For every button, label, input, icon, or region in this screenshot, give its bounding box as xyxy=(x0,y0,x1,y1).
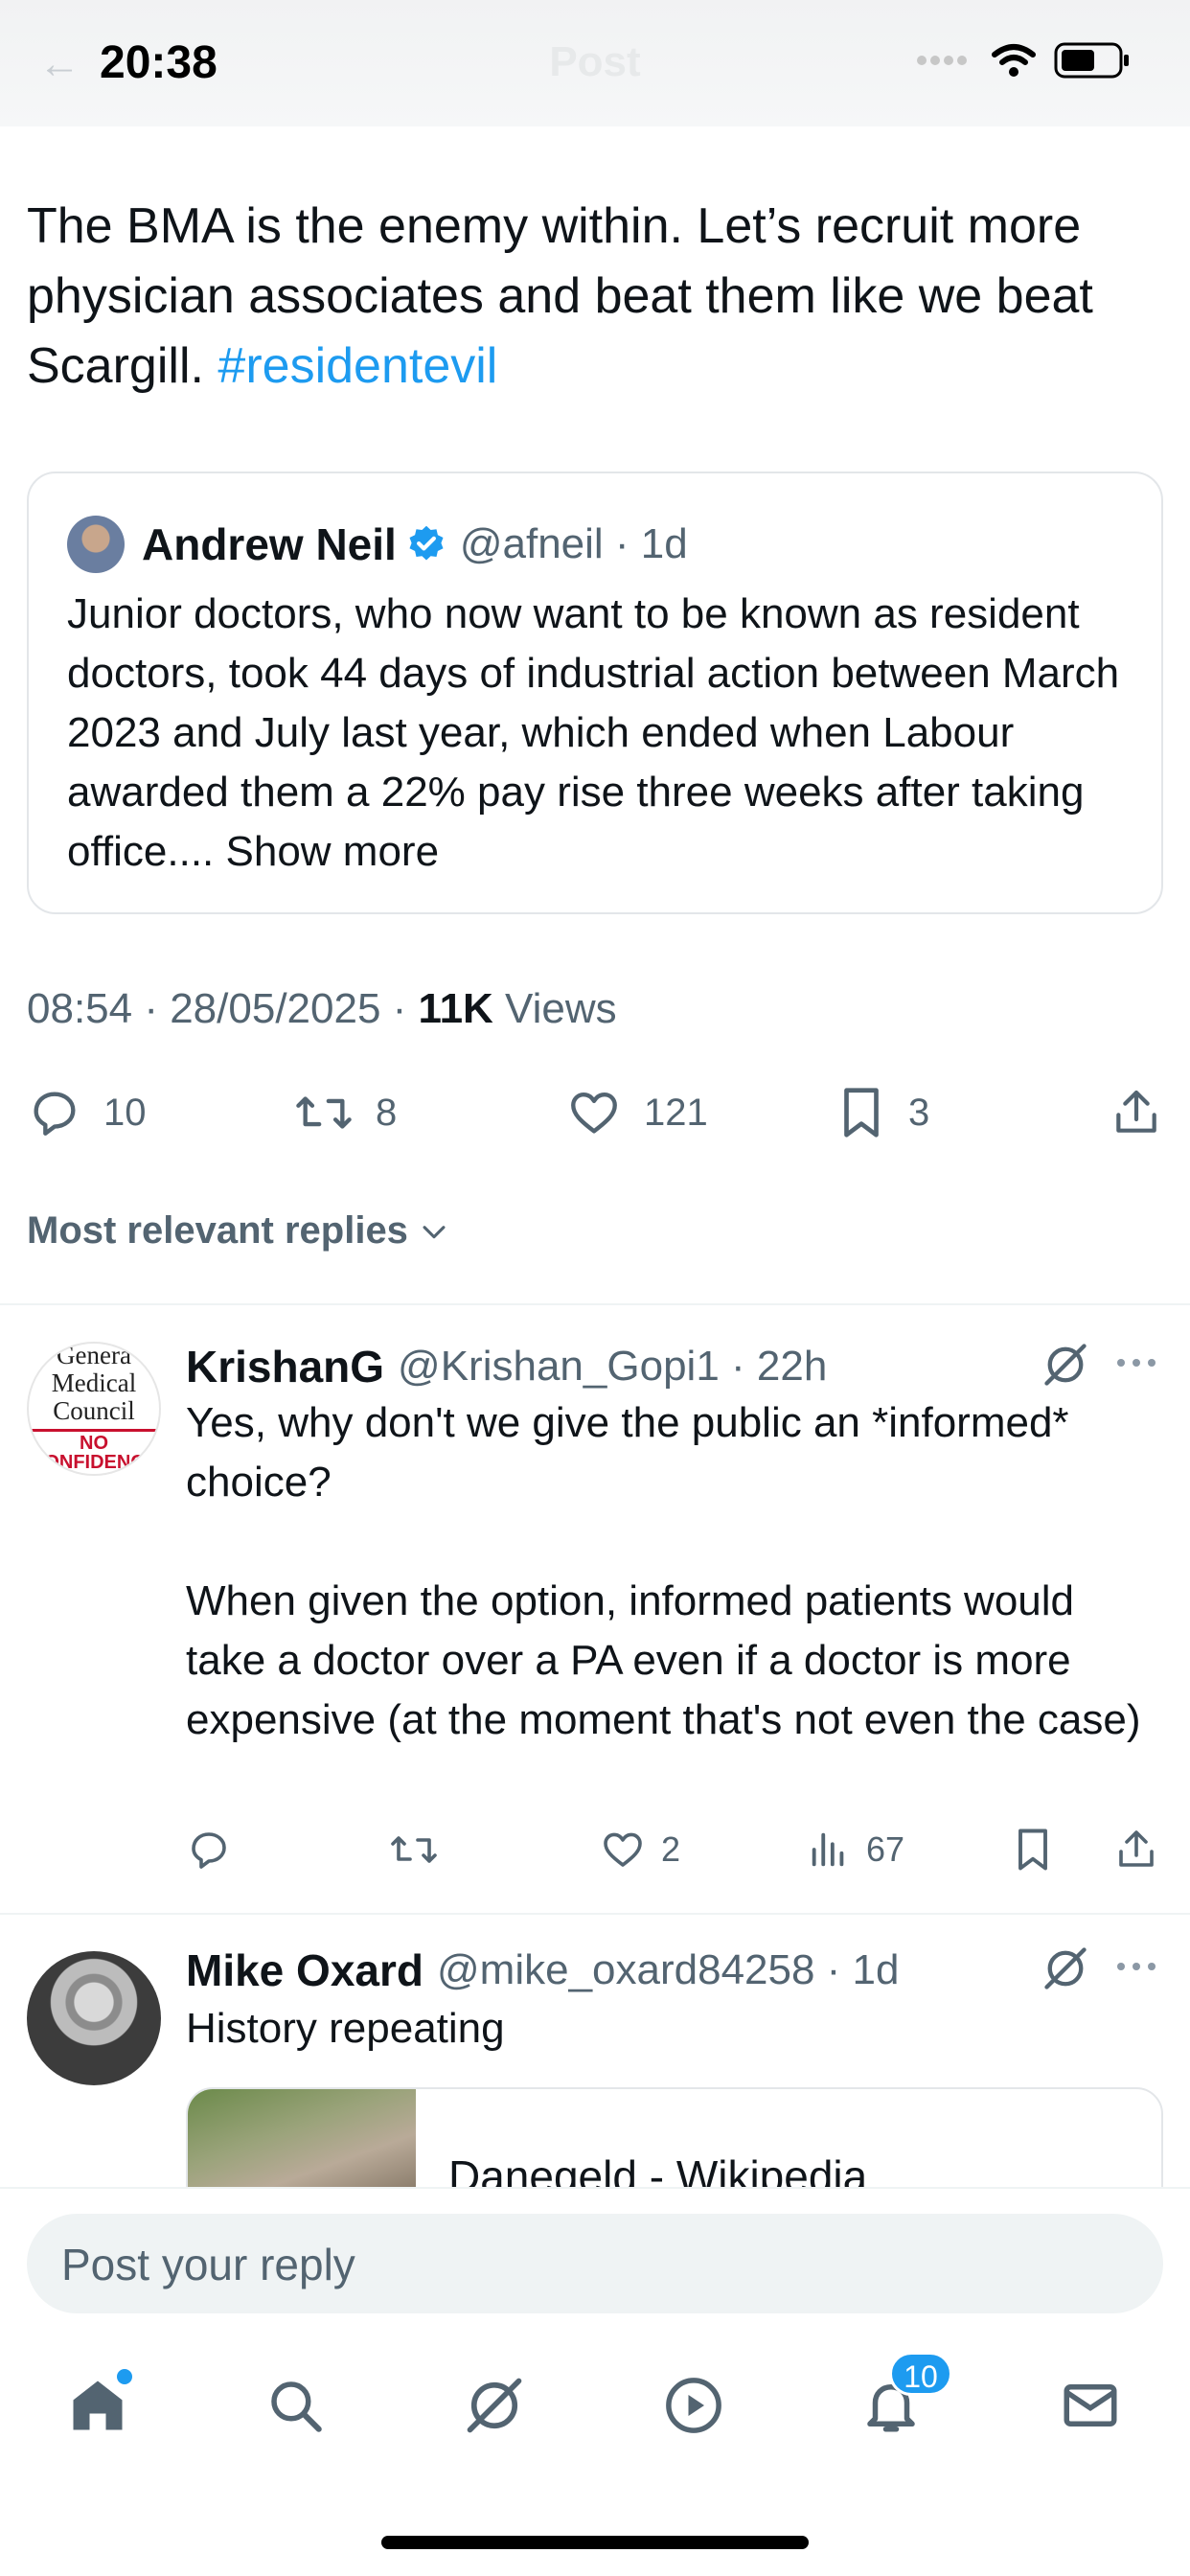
bookmark-button[interactable]: 3 xyxy=(835,1079,929,1146)
quoted-author-handle: @afneil · 1d xyxy=(459,520,688,567)
quoted-post[interactable]: Andrew Neil @afneil · 1d Junior doctors,… xyxy=(27,472,1163,914)
reply-header: KrishanG @Krishan_Gopi1 · 22h xyxy=(186,1338,827,1395)
like-count: 2 xyxy=(661,1829,681,1869)
search-icon xyxy=(271,2381,322,2432)
grok-icon[interactable] xyxy=(1041,1340,1090,1390)
avatar xyxy=(67,516,125,573)
post-text: The BMA is the enemy within. Let’s recru… xyxy=(27,192,1167,402)
tab-bar: 10 xyxy=(0,2352,1190,2453)
analytics-icon xyxy=(812,1832,844,1867)
grok-icon[interactable] xyxy=(1041,1944,1090,1993)
post-meta: 08:54 · 28/05/2025 · 11K Views xyxy=(27,985,617,1033)
views-button[interactable]: 67 xyxy=(807,1821,904,1878)
play-icon xyxy=(666,2378,721,2433)
quoted-post-text: Junior doctors, who now want to be known… xyxy=(67,585,1131,882)
reply-author-handle: @Krishan_Gopi1 · 22h xyxy=(398,1343,828,1390)
verified-badge-icon xyxy=(409,525,444,561)
views-label: Views xyxy=(492,985,617,1032)
repost-button[interactable] xyxy=(389,1821,454,1878)
views-count: 11K xyxy=(418,985,493,1032)
avatar[interactable]: Genera Medical Council NO CONFIDENCE xyxy=(27,1342,161,1476)
reply-button[interactable]: 10 xyxy=(27,1079,147,1146)
replies-filter-label: Most relevant replies xyxy=(27,1209,408,1252)
avatar-text-line: Council xyxy=(53,1395,135,1425)
share-icon xyxy=(1119,1830,1154,1867)
quoted-author-name: Andrew Neil xyxy=(142,519,397,569)
tab-home[interactable] xyxy=(50,2358,146,2453)
post-timestamp: 08:54 · 28/05/2025 · xyxy=(27,985,419,1032)
status-icons xyxy=(916,42,1131,79)
post-body: The BMA is the enemy within. Let’s recru… xyxy=(27,198,1093,394)
reply-button[interactable] xyxy=(186,1821,247,1878)
share-icon xyxy=(1116,1090,1156,1133)
reply-input[interactable]: Post your reply xyxy=(27,2214,1163,2313)
new-content-dot xyxy=(117,2369,132,2384)
tab-notifications[interactable]: 10 xyxy=(843,2352,952,2453)
show-more-link[interactable]: Show more xyxy=(226,828,440,875)
share-button[interactable] xyxy=(1110,1079,1184,1146)
quoted-post-header: Andrew Neil @afneil · 1d xyxy=(67,514,688,575)
reply-author-name[interactable]: Mike Oxard xyxy=(186,1944,423,1996)
reply-text: Yes, why don't we give the public an *in… xyxy=(186,1399,1141,1743)
reply-input-placeholder: Post your reply xyxy=(61,2240,355,2289)
more-options-icon[interactable] xyxy=(1115,1957,1157,1976)
signal-icon xyxy=(917,56,967,65)
bookmark-count: 3 xyxy=(908,1091,930,1134)
post-actions: 10 8 121 3 xyxy=(27,1079,1163,1146)
hashtag-link[interactable]: #residentevil xyxy=(217,338,497,394)
share-button[interactable] xyxy=(1113,1821,1175,1878)
repost-icon xyxy=(391,1836,437,1863)
header-bar: ← 20:38 Post xyxy=(0,0,1190,126)
repost-count: 8 xyxy=(376,1091,398,1134)
chevron-down-icon xyxy=(423,1225,446,1238)
repost-button[interactable]: 8 xyxy=(293,1079,397,1146)
avatar-text-line: Medical xyxy=(51,1368,137,1397)
bookmark-icon xyxy=(844,1088,879,1138)
like-count: 121 xyxy=(644,1091,708,1134)
reply-icon xyxy=(34,1092,76,1136)
bookmark-button[interactable] xyxy=(1012,1821,1069,1878)
reply-icon xyxy=(192,1832,226,1869)
divider xyxy=(0,1913,1190,1915)
tab-messages[interactable] xyxy=(1042,2358,1138,2453)
wifi-icon xyxy=(992,44,1036,77)
reply-header: Mike Oxard @mike_oxard84258 · 1d xyxy=(186,1942,900,1999)
home-indicator xyxy=(381,2536,809,2549)
reply-count: 10 xyxy=(103,1091,147,1134)
bookmark-icon xyxy=(1018,1828,1047,1871)
heart-icon xyxy=(604,1832,642,1867)
views-count: 67 xyxy=(866,1829,905,1869)
like-button[interactable]: 121 xyxy=(565,1079,708,1146)
heart-icon xyxy=(571,1092,617,1134)
reply-text: History repeating xyxy=(186,2005,505,2052)
tab-video[interactable] xyxy=(646,2358,742,2453)
reply-author-name[interactable]: KrishanG xyxy=(186,1341,384,1392)
repost-icon xyxy=(296,1096,352,1129)
like-button[interactable]: 2 xyxy=(600,1821,680,1878)
avatar-text-line: Genera xyxy=(57,1342,131,1369)
tab-grok[interactable] xyxy=(446,2358,542,2453)
avatar[interactable] xyxy=(27,1951,161,2085)
tab-search[interactable] xyxy=(247,2358,343,2453)
notifications-badge: 10 xyxy=(889,2352,952,2396)
battery-icon xyxy=(1054,42,1129,79)
mail-icon xyxy=(1064,2384,1117,2426)
replies-filter-dropdown[interactable]: Most relevant replies xyxy=(27,1209,450,1253)
reply-author-handle: @mike_oxard84258 · 1d xyxy=(437,1946,900,1993)
no-confidence-badge: NO CONFIDENCE xyxy=(29,1428,159,1474)
divider xyxy=(0,1303,1190,1305)
grok-icon xyxy=(467,2378,522,2433)
more-options-icon[interactable] xyxy=(1115,1353,1157,1372)
